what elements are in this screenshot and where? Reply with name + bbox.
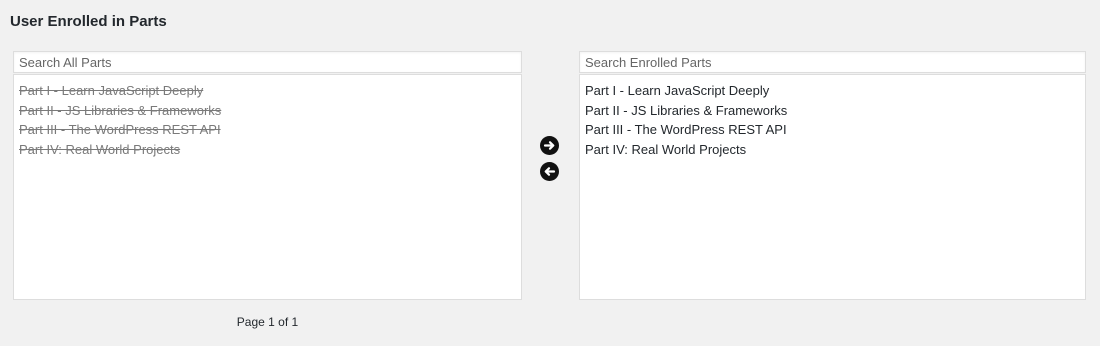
enrolled-parts-item[interactable]: Part I - Learn JavaScript Deeply [585, 81, 1080, 101]
all-parts-item[interactable]: Part IV: Real World Projects [19, 140, 516, 160]
arrow-left-circle-icon [544, 167, 556, 176]
add-to-enrolled-button[interactable] [540, 136, 559, 155]
search-all-parts-input[interactable] [13, 51, 522, 73]
all-parts-item[interactable]: Part I - Learn JavaScript Deeply [19, 81, 516, 101]
all-parts-item[interactable]: Part III - The WordPress REST API [19, 120, 516, 140]
arrow-right-circle-icon [543, 141, 555, 150]
all-parts-item[interactable]: Part II - JS Libraries & Frameworks [19, 101, 516, 121]
enrolled-parts-list[interactable]: Part I - Learn JavaScript Deeply Part II… [579, 74, 1086, 300]
search-enrolled-parts-input[interactable] [579, 51, 1086, 73]
pagination-label: Page 1 of 1 [236, 315, 299, 329]
enrolled-parts-item[interactable]: Part IV: Real World Projects [585, 140, 1080, 160]
section-title: User Enrolled in Parts [10, 13, 167, 30]
enrolled-parts-item[interactable]: Part III - The WordPress REST API [585, 120, 1080, 140]
enrolled-parts-item[interactable]: Part II - JS Libraries & Frameworks [585, 101, 1080, 121]
remove-from-enrolled-button[interactable] [540, 162, 559, 181]
all-parts-list[interactable]: Part I - Learn JavaScript Deeply Part II… [13, 74, 522, 300]
